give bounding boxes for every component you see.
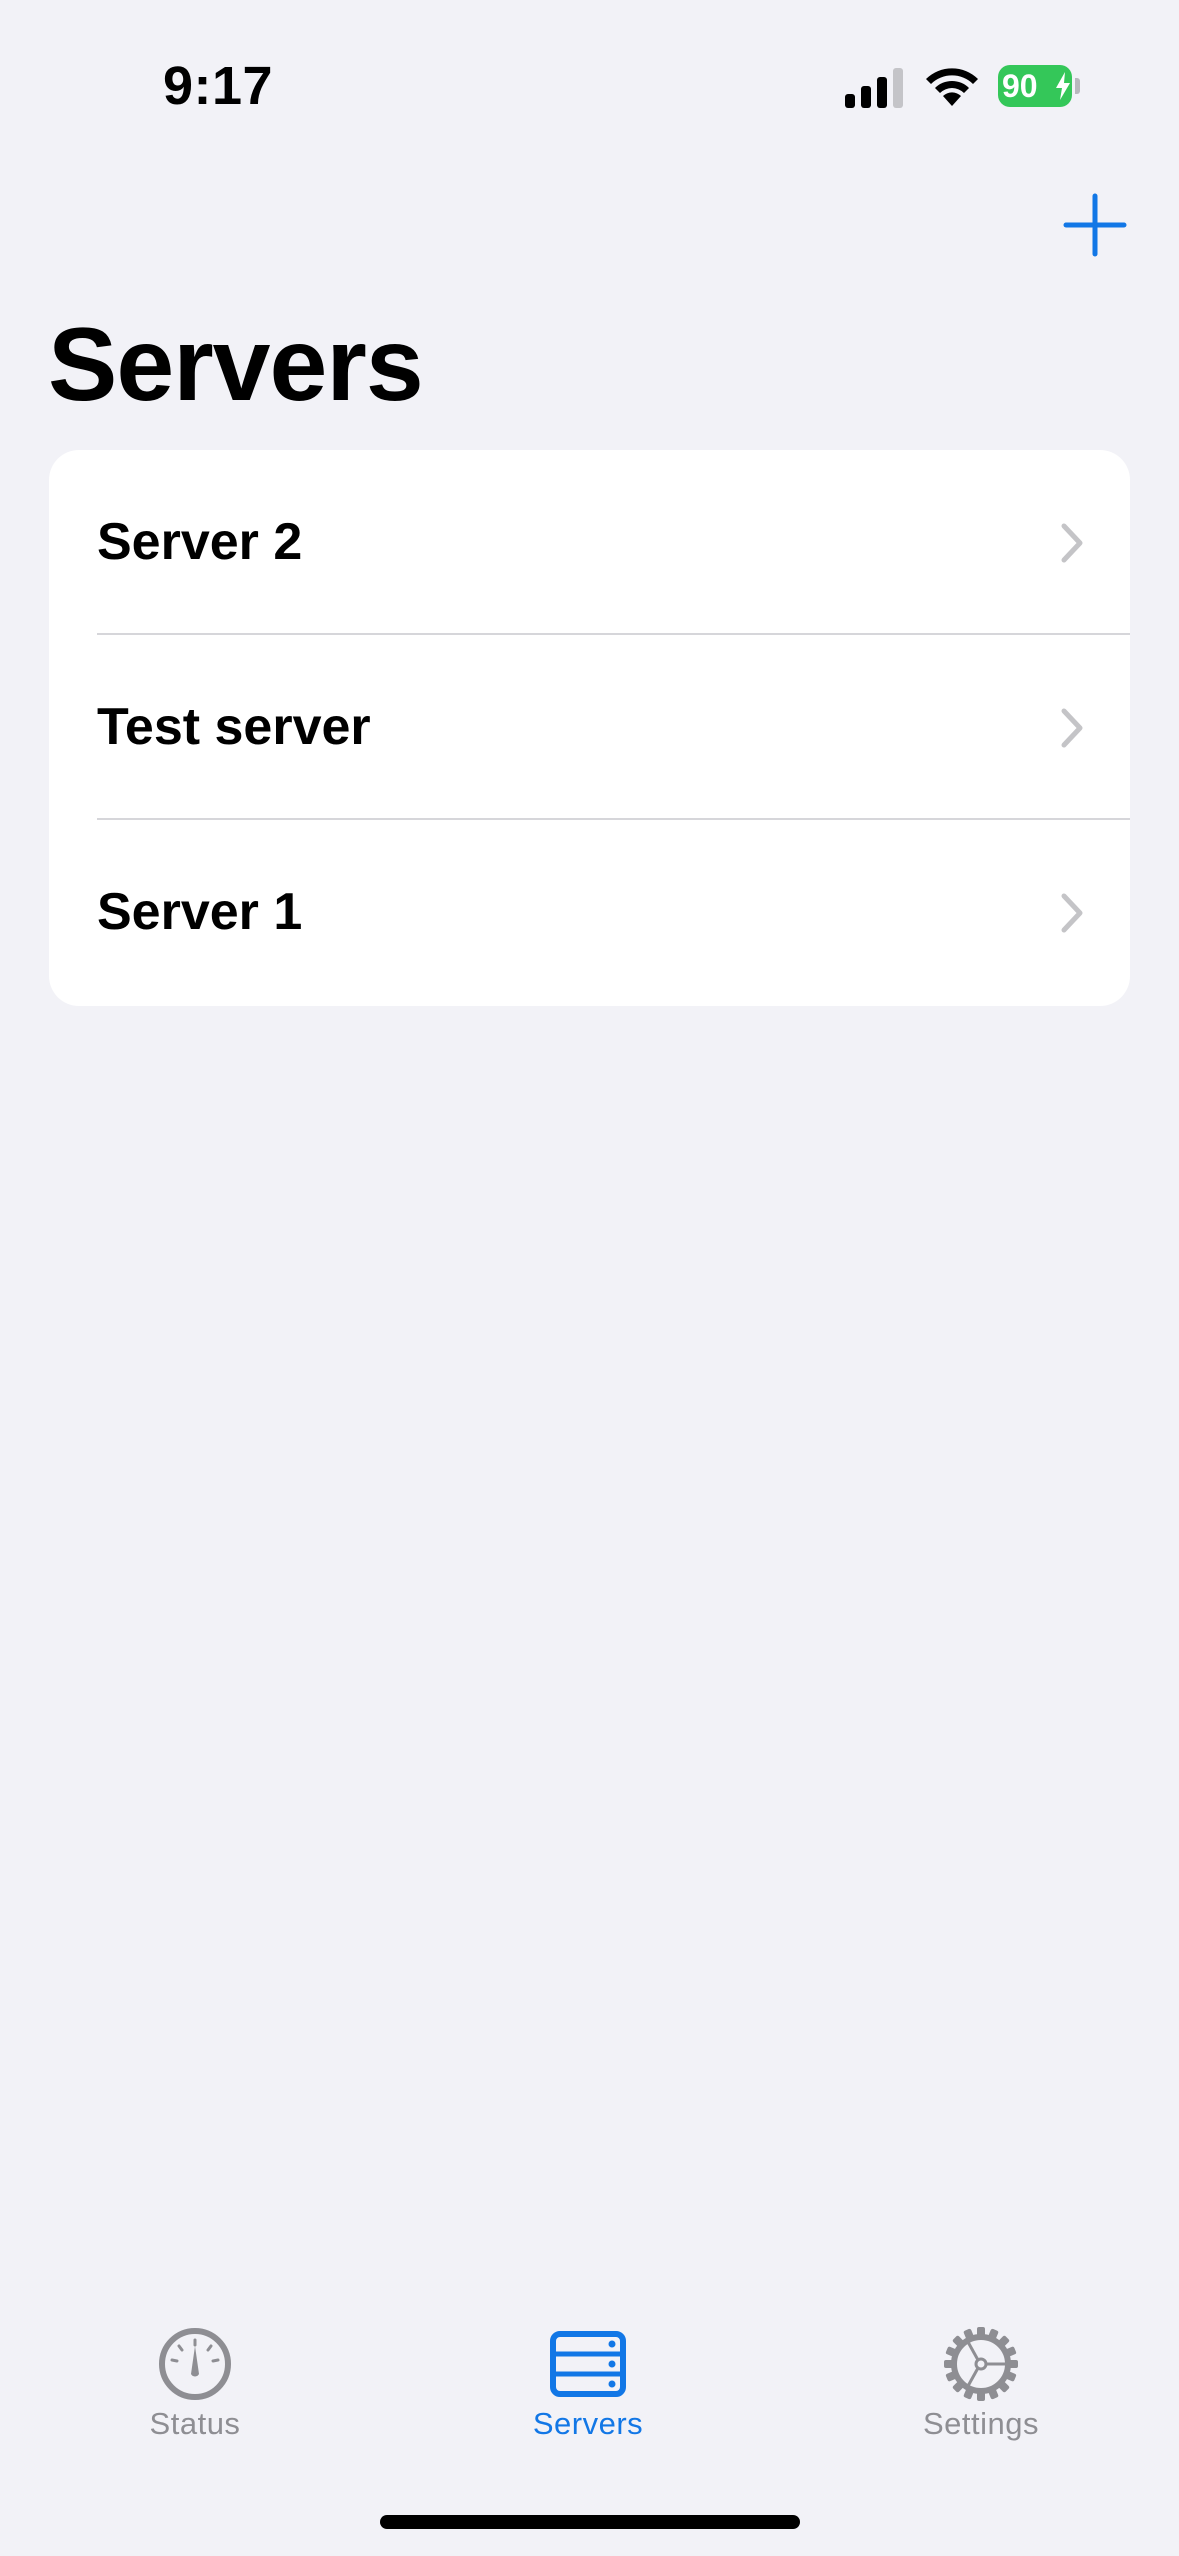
tab-servers[interactable]: Servers xyxy=(478,2326,698,2456)
tab-bar: Status Servers Settings xyxy=(0,2300,1179,2460)
tab-label: Settings xyxy=(922,2406,1039,2441)
wifi-icon xyxy=(926,68,978,106)
server-row-label: Test server xyxy=(97,698,371,756)
server-list: Server 2 Test server Server 1 xyxy=(49,450,1130,1006)
tab-label: Status xyxy=(149,2406,241,2441)
server-row-label: Server 1 xyxy=(97,883,303,941)
page-title: Servers xyxy=(48,307,424,423)
chevron-right-icon xyxy=(1061,523,1083,563)
home-indicator[interactable] xyxy=(380,2515,800,2529)
tab-label: Servers xyxy=(532,2406,644,2441)
add-server-button[interactable] xyxy=(1062,192,1128,258)
chevron-right-icon xyxy=(1061,708,1083,748)
gauge-icon xyxy=(159,2328,231,2400)
plus-icon xyxy=(1063,193,1127,257)
signal-icon xyxy=(845,68,903,108)
battery-cap xyxy=(1075,78,1080,94)
tab-status[interactable]: Status xyxy=(85,2326,305,2456)
status-bar: 9:17 90 xyxy=(0,0,1179,175)
server-row-label: Server 2 xyxy=(97,513,303,571)
server-row-server-2[interactable]: Server 2 xyxy=(49,450,1130,635)
gear-icon xyxy=(944,2327,1018,2401)
server-row-test-server[interactable]: Test server xyxy=(49,635,1130,820)
battery-icon: 90 xyxy=(998,65,1080,107)
status-time: 9:17 xyxy=(163,56,274,116)
server-rack-icon xyxy=(550,2331,626,2397)
tab-settings[interactable]: Settings xyxy=(871,2326,1091,2456)
chevron-right-icon xyxy=(1061,893,1083,933)
charging-bolt-icon xyxy=(1056,72,1070,100)
server-row-server-1[interactable]: Server 1 xyxy=(49,820,1130,1005)
